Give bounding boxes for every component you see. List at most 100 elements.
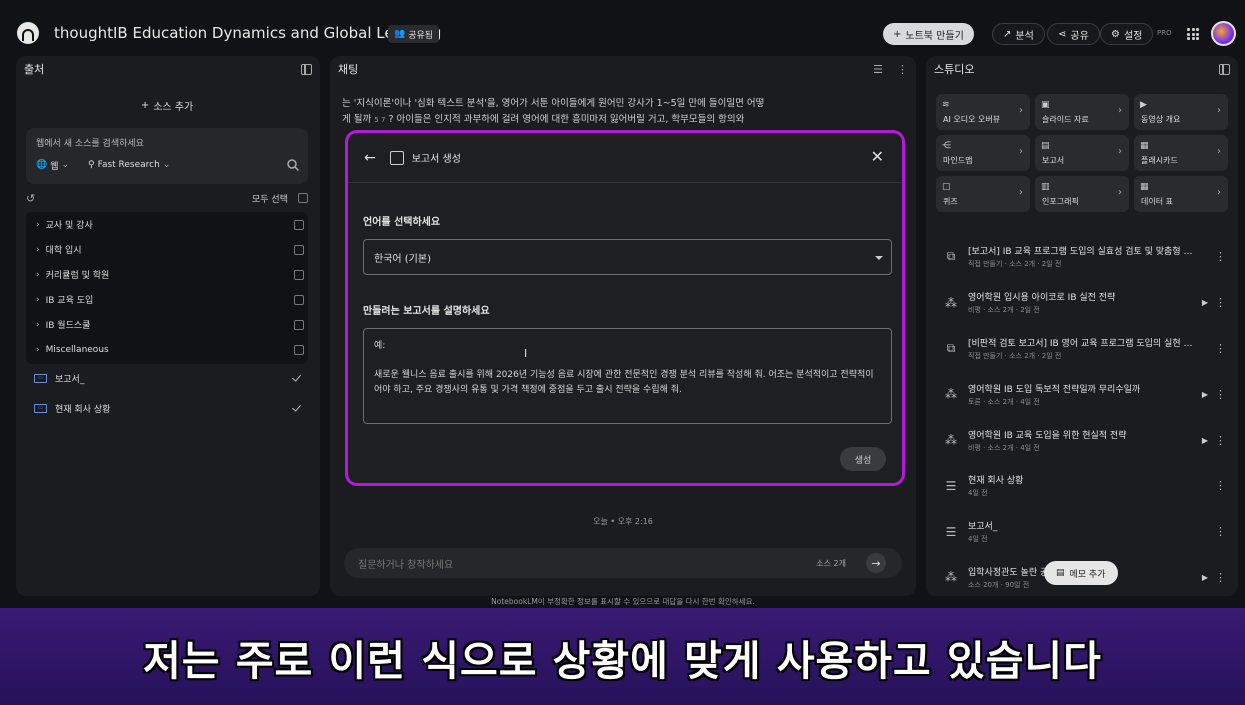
back-arrow-icon[interactable]: ←	[364, 150, 376, 166]
more-vert-icon[interactable]: ⋮	[1215, 388, 1226, 401]
report-icon	[389, 150, 404, 165]
search-icon[interactable]	[286, 158, 300, 172]
chat-timestamp: 오늘 • 오후 2:16	[593, 517, 653, 526]
tile-label: 데이터 표	[1141, 197, 1173, 206]
studio-note-item[interactable]: ⁂ 영어학원 입시용 아이코로 IB 실전 전략 비평 · 소스 2개 · 2일 전…	[926, 280, 1238, 326]
folder-checkbox[interactable]	[294, 294, 304, 305]
folder-checkbox[interactable]	[294, 319, 304, 330]
folder-item[interactable]: › 교사 및 강사	[26, 212, 308, 237]
folder-item[interactable]: › Miscellaneous	[26, 337, 308, 362]
send-arrow-icon[interactable]: →	[866, 553, 886, 573]
more-vert-icon[interactable]: ⋮	[1215, 342, 1226, 355]
avatar[interactable]	[1211, 21, 1236, 46]
tile-label: 동영상 개요	[1141, 115, 1181, 124]
web-search-box: 웹에서 새 소스를 검색하세요 🌐 웹 ⌄ ⚲ Fast Research ⌄	[26, 128, 308, 184]
chat-header: 채팅 ☰ ⋮	[330, 56, 916, 82]
play-icon[interactable]: ▶	[1202, 573, 1208, 582]
more-vert-icon[interactable]: ⋮	[1215, 434, 1226, 447]
play-icon[interactable]: ▶	[1202, 390, 1208, 399]
note-subtitle: 4일 전	[968, 535, 988, 544]
research-mode-dropdown[interactable]: ⚲ Fast Research ⌄	[88, 156, 170, 174]
source-checkbox[interactable]	[292, 373, 302, 383]
refresh-icon[interactable]: ↺	[26, 192, 35, 205]
play-icon[interactable]: ▶	[1202, 298, 1208, 307]
folder-item[interactable]: › 커리큘럼 및 학원	[26, 262, 308, 287]
folder-checkbox[interactable]	[294, 269, 304, 280]
more-vert-icon[interactable]: ⋮	[897, 63, 908, 76]
note-title: 현재 회사 상황	[968, 476, 1024, 487]
quiz-icon: ▢	[942, 182, 951, 192]
studio-note-item[interactable]: ☰ 현재 회사 상황 4일 전 ⋮	[926, 463, 1238, 509]
globe-icon: 🌐	[36, 160, 48, 170]
more-vert-icon[interactable]: ⋮	[1215, 250, 1226, 263]
audio-wave-icon: ⁂	[945, 295, 957, 310]
gear-icon: ⚙	[1111, 28, 1120, 40]
settings-button[interactable]: ⚙ 설정	[1100, 23, 1154, 45]
chevron-right-icon: ›	[1019, 187, 1023, 198]
close-icon[interactable]: ✕	[871, 147, 884, 166]
more-vert-icon[interactable]: ⋮	[1215, 571, 1226, 584]
studio-tile-report[interactable]: ▤ 보고서 ›	[1035, 135, 1129, 171]
source-item[interactable]: ▭ 보고서_	[26, 366, 308, 390]
source-checkbox[interactable]	[292, 403, 302, 413]
chat-message-fragment: 게 될까	[342, 114, 372, 125]
more-vert-icon[interactable]: ⋮	[1215, 479, 1226, 492]
studio-tile-mindmap[interactable]: ⋲ 마인드맵 ›	[936, 135, 1030, 171]
more-vert-icon[interactable]: ⋮	[1215, 296, 1226, 309]
audio-wave-icon: ⁂	[945, 387, 957, 402]
studio-tile-flashcard[interactable]: ▦ 플래시카드 ›	[1134, 135, 1228, 171]
audio-wave-icon: ⁂	[945, 433, 957, 448]
folder-checkbox[interactable]	[294, 344, 304, 355]
collapse-panel-icon[interactable]	[301, 63, 312, 75]
add-memo-button[interactable]: ▤ 메모 추가	[1044, 561, 1118, 585]
add-source-button[interactable]: + 소스 추가	[26, 94, 308, 116]
trend-icon: ↗	[1003, 28, 1012, 40]
folder-item[interactable]: › 대학 입시	[26, 237, 308, 262]
source-folder-list: › 교사 및 강사 › 대학 입시 › 커리큘럼 및 학원 › IB 교육 도입 › IB…	[26, 212, 308, 364]
source-item[interactable]: ▭ 현재 회사 상황	[26, 396, 308, 420]
notebooklm-logo-icon[interactable]	[17, 22, 39, 44]
folder-label: IB 교육 도입	[45, 296, 94, 306]
language-select[interactable]: 한국어 (기본)	[363, 239, 892, 275]
report-description-textarea[interactable]: 예: 새로운 웰니스 음료 출시를 위해 2026년 기능성 음료 시장에 관한…	[363, 328, 892, 424]
folder-item[interactable]: › IB 월드스쿨	[26, 312, 308, 337]
tile-label: 플래시카드	[1141, 156, 1178, 165]
video-subtitle-bar: 저는 주로 이런 식으로 상황에 맞게 사용하고 있습니다	[0, 608, 1245, 705]
web-search-input[interactable]: 웹에서 새 소스를 검색하세요	[36, 136, 144, 149]
studio-tile-infographic[interactable]: ▥ 인포그래픽 ›	[1035, 176, 1129, 212]
notebook-title[interactable]: thoughtIB Education Dynamics and Global …	[54, 24, 441, 42]
add-source-label: 소스 추가	[153, 101, 194, 113]
citation-icon[interactable]: 5 7	[374, 116, 385, 124]
chat-input[interactable]: 질문하거나 창작하세요 소스 2개 →	[344, 548, 902, 578]
studio-tile-table[interactable]: ▦ 데이터 표 ›	[1134, 176, 1228, 212]
studio-note-item[interactable]: ⧉ [보고서] IB 교육 프로그램 도입의 실효성 검토 및 맞춤형 실... 직…	[926, 234, 1238, 280]
studio-tile-quiz[interactable]: ▢ 퀴즈 ›	[936, 176, 1030, 212]
tune-icon[interactable]: ☰	[873, 63, 883, 76]
apps-grid-icon[interactable]	[1187, 28, 1199, 40]
studio-note-item[interactable]: ☰ 보고서_ 4일 전 ⋮	[926, 509, 1238, 555]
share-button[interactable]: ⋖ 공유	[1047, 23, 1100, 45]
folder-checkbox[interactable]	[294, 219, 304, 230]
folder-checkbox[interactable]	[294, 244, 304, 255]
tile-label: 마인드맵	[943, 156, 973, 165]
studio-tile-video[interactable]: ▶ 동영상 개요 ›	[1134, 94, 1228, 130]
web-source-dropdown[interactable]: 🌐 웹 ⌄	[36, 156, 69, 174]
folder-item[interactable]: › IB 교육 도입	[26, 287, 308, 312]
studio-note-item[interactable]: ⧉ [비판적 검토 보고서] IB 영어 교육 프로그램 도입의 실현 가... 직…	[926, 326, 1238, 372]
share-icon: ⋖	[1058, 28, 1067, 40]
studio-tile-slides[interactable]: ▣ 슬라이드 자료 ›	[1035, 94, 1129, 130]
select-all-checkbox[interactable]	[298, 193, 308, 203]
chat-message: 는 '지식이론'이나 '심화 텍스트 분석'을, 영어가 서툰 아이들에게 원어…	[342, 96, 802, 128]
studio-note-item[interactable]: ⁂ 영어학원 IB 교육 도입을 위한 현실적 전략 비평 · 소스 2개 · 4일…	[926, 417, 1238, 463]
play-icon[interactable]: ▶	[1202, 436, 1208, 445]
create-notebook-button[interactable]: + 노트북 만들기	[883, 23, 974, 45]
more-vert-icon[interactable]: ⋮	[1215, 525, 1226, 538]
research-icon: ⚲	[88, 160, 95, 170]
collapse-panel-icon[interactable]	[1219, 63, 1230, 75]
folder-label: 교사 및 강사	[45, 221, 93, 231]
text-cursor-icon: I	[524, 347, 528, 360]
studio-note-item[interactable]: ⁂ 영어학원 IB 도입 독보적 전략일까 무리수일까 토론 · 소스 2개 · 4…	[926, 371, 1238, 417]
studio-tile-audio[interactable]: ≋ AI 오디오 오버뷰 ›	[936, 94, 1030, 130]
generate-button[interactable]: 생성	[840, 447, 886, 471]
analyze-button[interactable]: ↗ 분석	[992, 23, 1045, 45]
